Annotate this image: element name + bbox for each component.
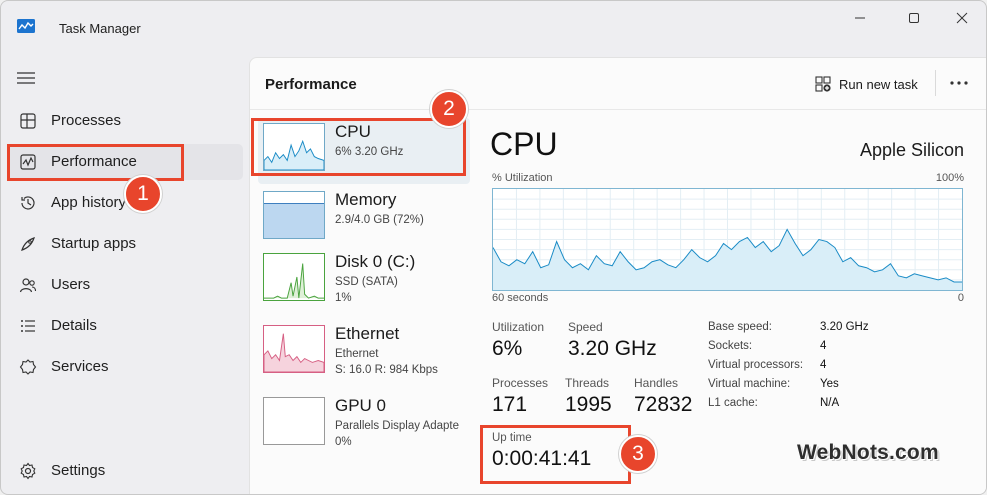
annotation-badge-1: 1 bbox=[124, 175, 162, 213]
stat-label: Threads bbox=[565, 376, 610, 390]
perf-item-sub: 2.9/4.0 GB (72%) bbox=[335, 214, 424, 226]
sidebar-item-details[interactable]: Details bbox=[9, 308, 243, 344]
perf-item-sub: SSD (SATA) bbox=[335, 276, 398, 288]
graph-x-right-label: 0 bbox=[957, 292, 964, 304]
gpu-thumbnail-graph bbox=[263, 397, 325, 445]
cpu-model: Apple Silicon bbox=[859, 140, 964, 160]
sidebar: Processes Performance App history Startu… bbox=[1, 57, 249, 494]
perf-item-gpu[interactable]: GPU 0 Parallels Display Adapte 0% bbox=[258, 392, 470, 458]
stat-label: Handles bbox=[634, 376, 679, 390]
info-key: Sockets: bbox=[708, 340, 753, 352]
stat-processes: Processes 171 bbox=[492, 376, 548, 417]
minimize-button[interactable] bbox=[837, 5, 883, 31]
processes-icon bbox=[20, 113, 36, 129]
more-options-icon bbox=[950, 81, 968, 85]
minimize-icon bbox=[855, 17, 865, 19]
sidebar-item-startup-apps[interactable]: Startup apps bbox=[9, 226, 243, 262]
watermark: WebNots.com bbox=[797, 441, 939, 464]
info-value: 3.20 GHz bbox=[820, 321, 869, 333]
stat-value: 72832 bbox=[634, 393, 693, 416]
stat-value: 1995 bbox=[565, 393, 612, 416]
hamburger-menu-icon[interactable] bbox=[17, 71, 35, 85]
sidebar-item-label: App history bbox=[51, 194, 127, 211]
sidebar-item-label: Startup apps bbox=[51, 235, 137, 252]
sidebar-item-label: Services bbox=[51, 358, 109, 375]
highlight-uptime bbox=[480, 425, 631, 484]
users-icon bbox=[19, 278, 37, 293]
stat-value: 171 bbox=[492, 393, 528, 416]
perf-item-ethernet[interactable]: Ethernet Ethernet S: 16.0 R: 984 Kbps bbox=[258, 320, 470, 386]
more-options-button[interactable] bbox=[946, 70, 972, 96]
task-manager-window: Task Manager Processes Performance App h… bbox=[0, 0, 987, 495]
stat-utilization: Utilization 6% bbox=[492, 320, 544, 361]
info-key: Base speed: bbox=[708, 321, 772, 333]
details-icon bbox=[21, 320, 35, 332]
perf-item-sub: Ethernet bbox=[335, 348, 379, 360]
perf-item-sub: S: 16.0 R: 984 Kbps bbox=[335, 364, 438, 376]
sidebar-item-settings[interactable]: Settings bbox=[9, 453, 243, 489]
stat-value: 3.20 GHz bbox=[568, 337, 657, 360]
highlight-performance bbox=[7, 144, 184, 181]
annotation-badge-3: 3 bbox=[619, 435, 657, 473]
perf-item-name: Disk 0 (C:) bbox=[335, 252, 416, 271]
close-icon bbox=[956, 12, 968, 24]
stat-label: Processes bbox=[492, 376, 549, 390]
gear-icon bbox=[20, 462, 36, 480]
perf-item-name: GPU 0 bbox=[335, 396, 387, 415]
sidebar-item-label: Details bbox=[51, 317, 97, 334]
services-icon bbox=[19, 359, 37, 375]
stat-value: 6% bbox=[492, 337, 523, 360]
run-new-task-label: Run new task bbox=[839, 76, 918, 92]
stat-speed: Speed 3.20 GHz bbox=[568, 320, 657, 361]
toolbar-divider bbox=[935, 70, 936, 96]
run-task-icon bbox=[815, 76, 831, 92]
info-key: Virtual processors: bbox=[708, 359, 804, 371]
sidebar-item-label: Processes bbox=[51, 112, 122, 129]
perf-item-name: Memory bbox=[335, 190, 397, 209]
info-key: Virtual machine: bbox=[708, 378, 791, 390]
sidebar-item-services[interactable]: Services bbox=[9, 349, 243, 385]
header-divider bbox=[250, 109, 986, 110]
title-bar[interactable]: Task Manager bbox=[1, 1, 986, 57]
sidebar-item-label: Settings bbox=[51, 462, 106, 479]
sidebar-item-label: Users bbox=[51, 276, 91, 293]
perf-item-memory[interactable]: Memory 2.9/4.0 GB (72%) bbox=[258, 186, 470, 252]
startup-icon bbox=[21, 237, 35, 251]
perf-item-sub: Parallels Display Adapte bbox=[335, 420, 460, 432]
info-value: 4 bbox=[820, 340, 827, 352]
info-value: N/A bbox=[820, 397, 840, 409]
sidebar-item-processes[interactable]: Processes bbox=[9, 103, 243, 139]
perf-item-disk[interactable]: Disk 0 (C:) SSD (SATA) 1% bbox=[258, 248, 470, 314]
stat-handles: Handles 72832 bbox=[634, 376, 692, 417]
run-new-task-button[interactable]: Run new task bbox=[815, 72, 918, 96]
perf-item-sub: 1% bbox=[335, 292, 352, 304]
task-manager-app-icon bbox=[17, 19, 35, 33]
memory-thumbnail-graph bbox=[263, 191, 325, 239]
info-key: L1 cache: bbox=[708, 397, 758, 409]
maximize-icon bbox=[909, 13, 919, 23]
stat-label: Speed bbox=[568, 320, 603, 334]
cpu-utilization-graph bbox=[492, 188, 963, 291]
window-title: Task Manager bbox=[59, 21, 141, 36]
highlight-cpu bbox=[251, 118, 466, 176]
perf-item-sub: 0% bbox=[335, 436, 352, 448]
disk-thumbnail-graph bbox=[263, 253, 325, 301]
close-button[interactable] bbox=[939, 5, 985, 31]
page-title: Performance bbox=[265, 76, 357, 93]
info-value: 4 bbox=[820, 359, 827, 371]
stat-threads: Threads 1995 bbox=[565, 376, 612, 417]
history-icon bbox=[21, 196, 35, 210]
maximize-button[interactable] bbox=[891, 5, 937, 31]
utilization-axis-max: 100% bbox=[935, 172, 964, 184]
cpu-title: CPU bbox=[490, 126, 558, 162]
ethernet-thumbnail-graph bbox=[263, 325, 325, 373]
info-value: Yes bbox=[820, 378, 839, 390]
perf-item-name: Ethernet bbox=[335, 324, 400, 343]
sidebar-item-users[interactable]: Users bbox=[9, 267, 243, 303]
stat-label: Utilization bbox=[492, 320, 545, 334]
utilization-axis-label: % Utilization bbox=[492, 172, 553, 184]
annotation-badge-2: 2 bbox=[430, 90, 468, 128]
graph-x-left-label: 60 seconds bbox=[492, 292, 549, 304]
